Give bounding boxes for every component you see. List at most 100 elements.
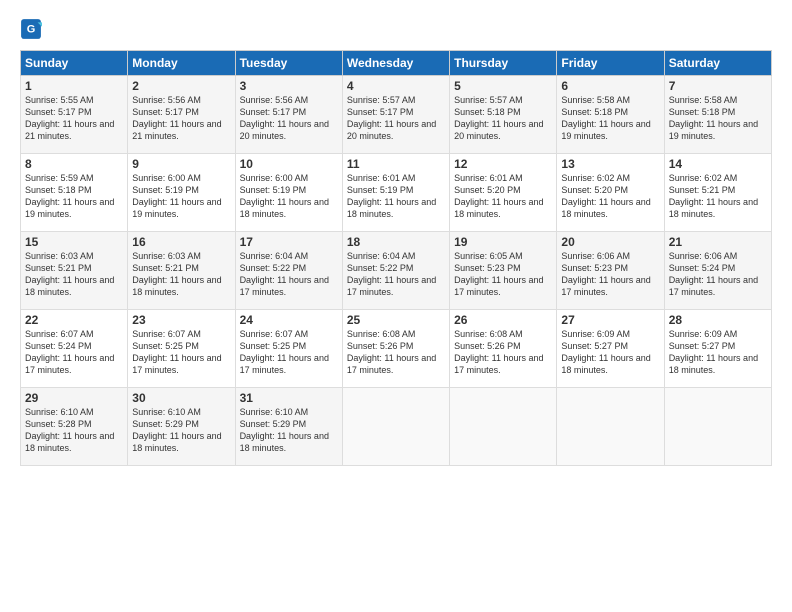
day-number: 14: [669, 157, 767, 171]
day-cell: 13 Sunrise: 6:02 AMSunset: 5:20 PMDaylig…: [557, 154, 664, 232]
day-number: 10: [240, 157, 338, 171]
day-header-sunday: Sunday: [21, 51, 128, 76]
day-info: Sunrise: 6:06 AMSunset: 5:23 PMDaylight:…: [561, 250, 659, 299]
day-info: Sunrise: 6:00 AMSunset: 5:19 PMDaylight:…: [240, 172, 338, 221]
day-info: Sunrise: 6:10 AMSunset: 5:28 PMDaylight:…: [25, 406, 123, 455]
day-cell: 8 Sunrise: 5:59 AMSunset: 5:18 PMDayligh…: [21, 154, 128, 232]
day-info: Sunrise: 6:04 AMSunset: 5:22 PMDaylight:…: [347, 250, 445, 299]
day-number: 15: [25, 235, 123, 249]
day-cell: 15 Sunrise: 6:03 AMSunset: 5:21 PMDaylig…: [21, 232, 128, 310]
day-cell: 7 Sunrise: 5:58 AMSunset: 5:18 PMDayligh…: [664, 76, 771, 154]
day-info: Sunrise: 6:06 AMSunset: 5:24 PMDaylight:…: [669, 250, 767, 299]
day-number: 11: [347, 157, 445, 171]
day-number: 6: [561, 79, 659, 93]
day-cell: 27 Sunrise: 6:09 AMSunset: 5:27 PMDaylig…: [557, 310, 664, 388]
day-info: Sunrise: 5:59 AMSunset: 5:18 PMDaylight:…: [25, 172, 123, 221]
day-cell: 11 Sunrise: 6:01 AMSunset: 5:19 PMDaylig…: [342, 154, 449, 232]
week-row-3: 15 Sunrise: 6:03 AMSunset: 5:21 PMDaylig…: [21, 232, 772, 310]
day-info: Sunrise: 5:57 AMSunset: 5:18 PMDaylight:…: [454, 94, 552, 143]
day-info: Sunrise: 6:04 AMSunset: 5:22 PMDaylight:…: [240, 250, 338, 299]
day-cell: 5 Sunrise: 5:57 AMSunset: 5:18 PMDayligh…: [450, 76, 557, 154]
day-info: Sunrise: 6:01 AMSunset: 5:19 PMDaylight:…: [347, 172, 445, 221]
day-cell: 19 Sunrise: 6:05 AMSunset: 5:23 PMDaylig…: [450, 232, 557, 310]
header: G: [20, 18, 772, 40]
day-number: 7: [669, 79, 767, 93]
day-header-thursday: Thursday: [450, 51, 557, 76]
day-cell: 16 Sunrise: 6:03 AMSunset: 5:21 PMDaylig…: [128, 232, 235, 310]
day-number: 24: [240, 313, 338, 327]
day-info: Sunrise: 6:07 AMSunset: 5:24 PMDaylight:…: [25, 328, 123, 377]
day-number: 17: [240, 235, 338, 249]
day-info: Sunrise: 6:08 AMSunset: 5:26 PMDaylight:…: [347, 328, 445, 377]
day-number: 28: [669, 313, 767, 327]
day-info: Sunrise: 6:09 AMSunset: 5:27 PMDaylight:…: [561, 328, 659, 377]
day-number: 19: [454, 235, 552, 249]
day-cell: [664, 388, 771, 466]
logo: G: [20, 18, 46, 40]
svg-text:G: G: [27, 23, 36, 35]
day-cell: 18 Sunrise: 6:04 AMSunset: 5:22 PMDaylig…: [342, 232, 449, 310]
day-number: 4: [347, 79, 445, 93]
day-info: Sunrise: 6:05 AMSunset: 5:23 PMDaylight:…: [454, 250, 552, 299]
day-cell: 29 Sunrise: 6:10 AMSunset: 5:28 PMDaylig…: [21, 388, 128, 466]
day-cell: 3 Sunrise: 5:56 AMSunset: 5:17 PMDayligh…: [235, 76, 342, 154]
day-info: Sunrise: 6:03 AMSunset: 5:21 PMDaylight:…: [132, 250, 230, 299]
day-info: Sunrise: 5:55 AMSunset: 5:17 PMDaylight:…: [25, 94, 123, 143]
day-cell: 23 Sunrise: 6:07 AMSunset: 5:25 PMDaylig…: [128, 310, 235, 388]
week-row-1: 1 Sunrise: 5:55 AMSunset: 5:17 PMDayligh…: [21, 76, 772, 154]
day-info: Sunrise: 5:58 AMSunset: 5:18 PMDaylight:…: [561, 94, 659, 143]
day-info: Sunrise: 6:07 AMSunset: 5:25 PMDaylight:…: [240, 328, 338, 377]
day-info: Sunrise: 6:01 AMSunset: 5:20 PMDaylight:…: [454, 172, 552, 221]
day-number: 1: [25, 79, 123, 93]
day-info: Sunrise: 5:58 AMSunset: 5:18 PMDaylight:…: [669, 94, 767, 143]
week-row-4: 22 Sunrise: 6:07 AMSunset: 5:24 PMDaylig…: [21, 310, 772, 388]
day-info: Sunrise: 6:02 AMSunset: 5:21 PMDaylight:…: [669, 172, 767, 221]
day-cell: 12 Sunrise: 6:01 AMSunset: 5:20 PMDaylig…: [450, 154, 557, 232]
day-number: 22: [25, 313, 123, 327]
day-number: 5: [454, 79, 552, 93]
day-info: Sunrise: 5:57 AMSunset: 5:17 PMDaylight:…: [347, 94, 445, 143]
day-info: Sunrise: 6:08 AMSunset: 5:26 PMDaylight:…: [454, 328, 552, 377]
day-info: Sunrise: 6:03 AMSunset: 5:21 PMDaylight:…: [25, 250, 123, 299]
day-info: Sunrise: 6:07 AMSunset: 5:25 PMDaylight:…: [132, 328, 230, 377]
day-cell: 9 Sunrise: 6:00 AMSunset: 5:19 PMDayligh…: [128, 154, 235, 232]
day-header-saturday: Saturday: [664, 51, 771, 76]
day-number: 2: [132, 79, 230, 93]
day-cell: 30 Sunrise: 6:10 AMSunset: 5:29 PMDaylig…: [128, 388, 235, 466]
calendar-table: SundayMondayTuesdayWednesdayThursdayFrid…: [20, 50, 772, 466]
day-number: 13: [561, 157, 659, 171]
day-info: Sunrise: 5:56 AMSunset: 5:17 PMDaylight:…: [132, 94, 230, 143]
day-number: 20: [561, 235, 659, 249]
day-number: 12: [454, 157, 552, 171]
day-number: 27: [561, 313, 659, 327]
day-number: 26: [454, 313, 552, 327]
day-cell: 26 Sunrise: 6:08 AMSunset: 5:26 PMDaylig…: [450, 310, 557, 388]
day-cell: 31 Sunrise: 6:10 AMSunset: 5:29 PMDaylig…: [235, 388, 342, 466]
day-cell: 1 Sunrise: 5:55 AMSunset: 5:17 PMDayligh…: [21, 76, 128, 154]
day-cell: 20 Sunrise: 6:06 AMSunset: 5:23 PMDaylig…: [557, 232, 664, 310]
day-number: 16: [132, 235, 230, 249]
day-number: 8: [25, 157, 123, 171]
calendar-header-row: SundayMondayTuesdayWednesdayThursdayFrid…: [21, 51, 772, 76]
day-cell: 6 Sunrise: 5:58 AMSunset: 5:18 PMDayligh…: [557, 76, 664, 154]
day-header-wednesday: Wednesday: [342, 51, 449, 76]
day-number: 21: [669, 235, 767, 249]
day-number: 9: [132, 157, 230, 171]
day-info: Sunrise: 6:10 AMSunset: 5:29 PMDaylight:…: [132, 406, 230, 455]
day-number: 3: [240, 79, 338, 93]
calendar-page: G SundayMondayTuesdayWednesdayThursdayFr…: [0, 0, 792, 612]
day-info: Sunrise: 6:10 AMSunset: 5:29 PMDaylight:…: [240, 406, 338, 455]
day-cell: 17 Sunrise: 6:04 AMSunset: 5:22 PMDaylig…: [235, 232, 342, 310]
day-number: 31: [240, 391, 338, 405]
week-row-2: 8 Sunrise: 5:59 AMSunset: 5:18 PMDayligh…: [21, 154, 772, 232]
day-cell: 14 Sunrise: 6:02 AMSunset: 5:21 PMDaylig…: [664, 154, 771, 232]
day-number: 30: [132, 391, 230, 405]
day-info: Sunrise: 5:56 AMSunset: 5:17 PMDaylight:…: [240, 94, 338, 143]
day-cell: 2 Sunrise: 5:56 AMSunset: 5:17 PMDayligh…: [128, 76, 235, 154]
day-cell: 22 Sunrise: 6:07 AMSunset: 5:24 PMDaylig…: [21, 310, 128, 388]
day-info: Sunrise: 6:00 AMSunset: 5:19 PMDaylight:…: [132, 172, 230, 221]
week-row-5: 29 Sunrise: 6:10 AMSunset: 5:28 PMDaylig…: [21, 388, 772, 466]
day-cell: 25 Sunrise: 6:08 AMSunset: 5:26 PMDaylig…: [342, 310, 449, 388]
day-number: 23: [132, 313, 230, 327]
calendar-body: 1 Sunrise: 5:55 AMSunset: 5:17 PMDayligh…: [21, 76, 772, 466]
